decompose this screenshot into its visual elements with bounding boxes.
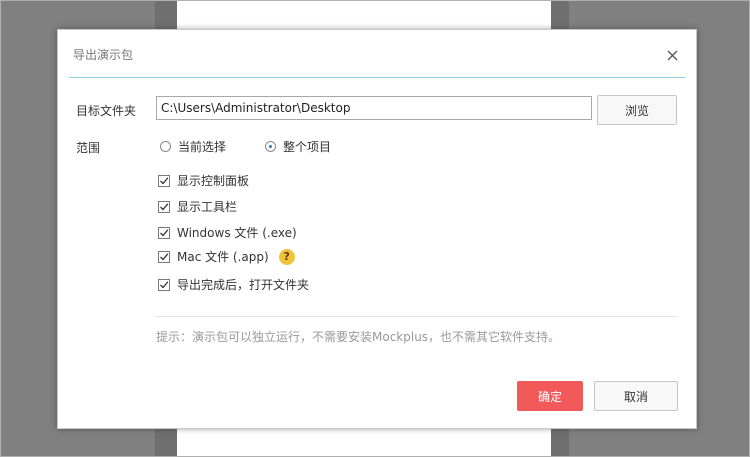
dialog-title: 导出演示包 <box>73 48 134 62</box>
checkbox-show-control-panel[interactable]: 显示控制面板 <box>158 172 249 189</box>
check-icon <box>160 252 169 260</box>
check-icon <box>160 280 169 288</box>
target-path-input[interactable] <box>156 96 592 120</box>
confirm-button[interactable]: 确定 <box>517 381 583 411</box>
radio-label: 整个项目 <box>283 140 332 154</box>
title-divider <box>69 77 685 78</box>
radio-current-selection[interactable]: 当前选择 <box>160 138 226 155</box>
radio-whole-project[interactable]: 整个项目 <box>265 138 331 155</box>
checkbox-label: 显示控制面板 <box>177 174 250 188</box>
checkbox-label: Mac 文件 (.app) <box>177 250 269 264</box>
checkbox-label: Windows 文件 (.exe) <box>177 226 297 240</box>
check-icon <box>160 176 169 184</box>
checkbox-checked <box>158 200 170 213</box>
close-button[interactable] <box>661 44 683 66</box>
checkbox-mac-app[interactable]: Mac 文件 (.app) ? <box>158 248 295 265</box>
checkbox-label: 导出完成后，打开文件夹 <box>177 278 310 292</box>
checkbox-show-toolbar[interactable]: 显示工具栏 <box>158 198 237 215</box>
browse-button[interactable]: 浏览 <box>597 95 677 125</box>
cancel-button[interactable]: 取消 <box>594 381 678 411</box>
checkbox-checked <box>158 278 170 291</box>
radio-circle-selected <box>265 141 276 152</box>
check-icon <box>160 228 169 236</box>
target-folder-label: 目标文件夹 <box>76 104 137 118</box>
check-icon <box>160 202 169 210</box>
hint-divider <box>156 316 677 317</box>
hint-text: 提示：演示包可以独立运行，不需要安装Mockplus，也不需其它软件支持。 <box>156 330 561 344</box>
checkbox-checked <box>158 250 170 263</box>
close-icon <box>667 50 677 60</box>
checkbox-open-folder-after-export[interactable]: 导出完成后，打开文件夹 <box>158 276 309 293</box>
radio-circle <box>160 141 171 152</box>
checkbox-label: 显示工具栏 <box>177 200 238 214</box>
export-dialog: 导出演示包 目标文件夹 浏览 范围 当前选择 整个项目 显示控制面板 显示工具栏… <box>57 29 697 429</box>
range-label: 范围 <box>76 141 101 155</box>
help-icon[interactable]: ? <box>278 248 295 265</box>
checkbox-windows-exe[interactable]: Windows 文件 (.exe) <box>158 224 297 241</box>
checkbox-checked <box>158 226 170 239</box>
checkbox-checked <box>158 174 170 187</box>
radio-label: 当前选择 <box>178 140 227 154</box>
